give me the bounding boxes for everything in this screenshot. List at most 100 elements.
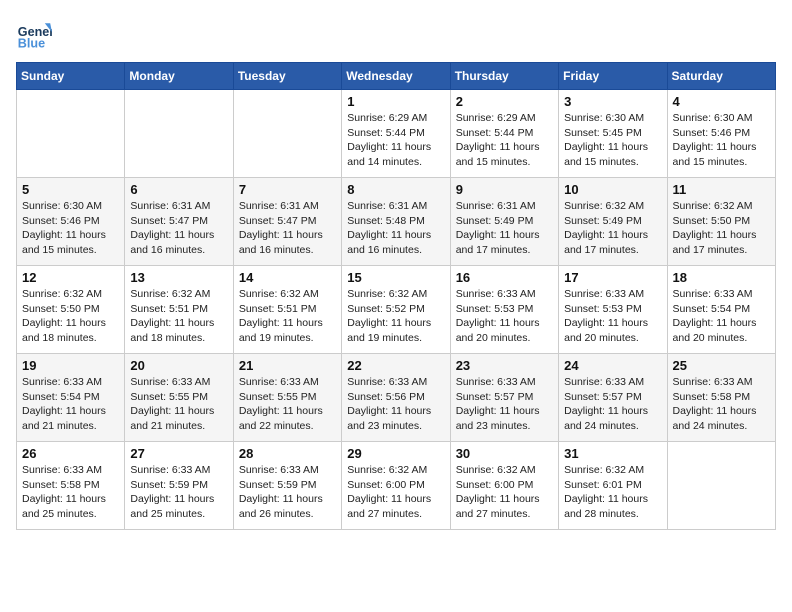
weekday-header: Thursday: [450, 63, 558, 90]
calendar-cell: 13 Sunrise: 6:32 AMSunset: 5:51 PMDaylig…: [125, 266, 233, 354]
calendar-cell: 17 Sunrise: 6:33 AMSunset: 5:53 PMDaylig…: [559, 266, 667, 354]
calendar-cell: 16 Sunrise: 6:33 AMSunset: 5:53 PMDaylig…: [450, 266, 558, 354]
day-number: 21: [239, 358, 336, 373]
weekday-header: Monday: [125, 63, 233, 90]
day-number: 29: [347, 446, 444, 461]
day-info: Sunrise: 6:32 AMSunset: 6:00 PMDaylight:…: [347, 464, 431, 520]
calendar-cell: 24 Sunrise: 6:33 AMSunset: 5:57 PMDaylig…: [559, 354, 667, 442]
calendar-cell: 28 Sunrise: 6:33 AMSunset: 5:59 PMDaylig…: [233, 442, 341, 530]
calendar-cell: 20 Sunrise: 6:33 AMSunset: 5:55 PMDaylig…: [125, 354, 233, 442]
calendar-cell: 18 Sunrise: 6:33 AMSunset: 5:54 PMDaylig…: [667, 266, 775, 354]
day-number: 7: [239, 182, 336, 197]
weekday-header: Wednesday: [342, 63, 450, 90]
day-info: Sunrise: 6:32 AMSunset: 5:50 PMDaylight:…: [673, 200, 757, 256]
calendar-cell: 22 Sunrise: 6:33 AMSunset: 5:56 PMDaylig…: [342, 354, 450, 442]
calendar-cell: [667, 442, 775, 530]
calendar-cell: 7 Sunrise: 6:31 AMSunset: 5:47 PMDayligh…: [233, 178, 341, 266]
day-number: 27: [130, 446, 227, 461]
day-number: 24: [564, 358, 661, 373]
calendar-cell: 21 Sunrise: 6:33 AMSunset: 5:55 PMDaylig…: [233, 354, 341, 442]
day-number: 28: [239, 446, 336, 461]
day-number: 16: [456, 270, 553, 285]
day-number: 1: [347, 94, 444, 109]
day-info: Sunrise: 6:32 AMSunset: 6:00 PMDaylight:…: [456, 464, 540, 520]
calendar-cell: 9 Sunrise: 6:31 AMSunset: 5:49 PMDayligh…: [450, 178, 558, 266]
calendar-cell: 11 Sunrise: 6:32 AMSunset: 5:50 PMDaylig…: [667, 178, 775, 266]
day-info: Sunrise: 6:32 AMSunset: 5:52 PMDaylight:…: [347, 288, 431, 344]
logo-icon: General Blue: [16, 16, 52, 52]
day-info: Sunrise: 6:32 AMSunset: 5:49 PMDaylight:…: [564, 200, 648, 256]
calendar-week-row: 26 Sunrise: 6:33 AMSunset: 5:58 PMDaylig…: [17, 442, 776, 530]
day-info: Sunrise: 6:31 AMSunset: 5:48 PMDaylight:…: [347, 200, 431, 256]
day-info: Sunrise: 6:33 AMSunset: 5:59 PMDaylight:…: [130, 464, 214, 520]
calendar-cell: 1 Sunrise: 6:29 AMSunset: 5:44 PMDayligh…: [342, 90, 450, 178]
day-number: 30: [456, 446, 553, 461]
day-info: Sunrise: 6:31 AMSunset: 5:49 PMDaylight:…: [456, 200, 540, 256]
day-info: Sunrise: 6:33 AMSunset: 5:53 PMDaylight:…: [456, 288, 540, 344]
calendar-cell: 12 Sunrise: 6:32 AMSunset: 5:50 PMDaylig…: [17, 266, 125, 354]
day-number: 22: [347, 358, 444, 373]
day-info: Sunrise: 6:32 AMSunset: 6:01 PMDaylight:…: [564, 464, 648, 520]
calendar-cell: 4 Sunrise: 6:30 AMSunset: 5:46 PMDayligh…: [667, 90, 775, 178]
day-number: 12: [22, 270, 119, 285]
day-info: Sunrise: 6:33 AMSunset: 5:58 PMDaylight:…: [673, 376, 757, 432]
day-number: 4: [673, 94, 770, 109]
day-number: 6: [130, 182, 227, 197]
calendar-cell: 15 Sunrise: 6:32 AMSunset: 5:52 PMDaylig…: [342, 266, 450, 354]
calendar-cell: 19 Sunrise: 6:33 AMSunset: 5:54 PMDaylig…: [17, 354, 125, 442]
calendar-cell: 6 Sunrise: 6:31 AMSunset: 5:47 PMDayligh…: [125, 178, 233, 266]
day-info: Sunrise: 6:29 AMSunset: 5:44 PMDaylight:…: [456, 112, 540, 168]
day-number: 19: [22, 358, 119, 373]
calendar-cell: 10 Sunrise: 6:32 AMSunset: 5:49 PMDaylig…: [559, 178, 667, 266]
day-number: 26: [22, 446, 119, 461]
day-info: Sunrise: 6:32 AMSunset: 5:50 PMDaylight:…: [22, 288, 106, 344]
calendar-cell: 3 Sunrise: 6:30 AMSunset: 5:45 PMDayligh…: [559, 90, 667, 178]
calendar-week-row: 1 Sunrise: 6:29 AMSunset: 5:44 PMDayligh…: [17, 90, 776, 178]
day-info: Sunrise: 6:30 AMSunset: 5:46 PMDaylight:…: [22, 200, 106, 256]
day-info: Sunrise: 6:33 AMSunset: 5:54 PMDaylight:…: [22, 376, 106, 432]
calendar-cell: 29 Sunrise: 6:32 AMSunset: 6:00 PMDaylig…: [342, 442, 450, 530]
day-info: Sunrise: 6:29 AMSunset: 5:44 PMDaylight:…: [347, 112, 431, 168]
calendar-week-row: 5 Sunrise: 6:30 AMSunset: 5:46 PMDayligh…: [17, 178, 776, 266]
day-info: Sunrise: 6:30 AMSunset: 5:45 PMDaylight:…: [564, 112, 648, 168]
calendar-cell: 23 Sunrise: 6:33 AMSunset: 5:57 PMDaylig…: [450, 354, 558, 442]
day-number: 14: [239, 270, 336, 285]
weekday-header: Tuesday: [233, 63, 341, 90]
day-info: Sunrise: 6:31 AMSunset: 5:47 PMDaylight:…: [130, 200, 214, 256]
day-info: Sunrise: 6:33 AMSunset: 5:55 PMDaylight:…: [239, 376, 323, 432]
svg-text:Blue: Blue: [18, 37, 45, 51]
day-info: Sunrise: 6:33 AMSunset: 5:57 PMDaylight:…: [564, 376, 648, 432]
day-number: 23: [456, 358, 553, 373]
day-info: Sunrise: 6:32 AMSunset: 5:51 PMDaylight:…: [239, 288, 323, 344]
weekday-header: Sunday: [17, 63, 125, 90]
weekday-header: Friday: [559, 63, 667, 90]
calendar-cell: 31 Sunrise: 6:32 AMSunset: 6:01 PMDaylig…: [559, 442, 667, 530]
calendar-cell: 5 Sunrise: 6:30 AMSunset: 5:46 PMDayligh…: [17, 178, 125, 266]
calendar-cell: [17, 90, 125, 178]
day-number: 11: [673, 182, 770, 197]
logo: General Blue: [16, 16, 58, 52]
day-number: 9: [456, 182, 553, 197]
day-info: Sunrise: 6:33 AMSunset: 5:59 PMDaylight:…: [239, 464, 323, 520]
calendar-cell: 14 Sunrise: 6:32 AMSunset: 5:51 PMDaylig…: [233, 266, 341, 354]
calendar-cell: [233, 90, 341, 178]
day-info: Sunrise: 6:33 AMSunset: 5:58 PMDaylight:…: [22, 464, 106, 520]
day-info: Sunrise: 6:33 AMSunset: 5:57 PMDaylight:…: [456, 376, 540, 432]
calendar-cell: 8 Sunrise: 6:31 AMSunset: 5:48 PMDayligh…: [342, 178, 450, 266]
calendar-cell: [125, 90, 233, 178]
day-info: Sunrise: 6:33 AMSunset: 5:55 PMDaylight:…: [130, 376, 214, 432]
day-number: 20: [130, 358, 227, 373]
day-number: 18: [673, 270, 770, 285]
day-number: 15: [347, 270, 444, 285]
day-info: Sunrise: 6:33 AMSunset: 5:54 PMDaylight:…: [673, 288, 757, 344]
day-info: Sunrise: 6:30 AMSunset: 5:46 PMDaylight:…: [673, 112, 757, 168]
day-info: Sunrise: 6:33 AMSunset: 5:53 PMDaylight:…: [564, 288, 648, 344]
day-info: Sunrise: 6:31 AMSunset: 5:47 PMDaylight:…: [239, 200, 323, 256]
calendar-week-row: 12 Sunrise: 6:32 AMSunset: 5:50 PMDaylig…: [17, 266, 776, 354]
day-number: 17: [564, 270, 661, 285]
day-number: 31: [564, 446, 661, 461]
day-info: Sunrise: 6:32 AMSunset: 5:51 PMDaylight:…: [130, 288, 214, 344]
calendar-cell: 27 Sunrise: 6:33 AMSunset: 5:59 PMDaylig…: [125, 442, 233, 530]
calendar-cell: 26 Sunrise: 6:33 AMSunset: 5:58 PMDaylig…: [17, 442, 125, 530]
calendar-week-row: 19 Sunrise: 6:33 AMSunset: 5:54 PMDaylig…: [17, 354, 776, 442]
